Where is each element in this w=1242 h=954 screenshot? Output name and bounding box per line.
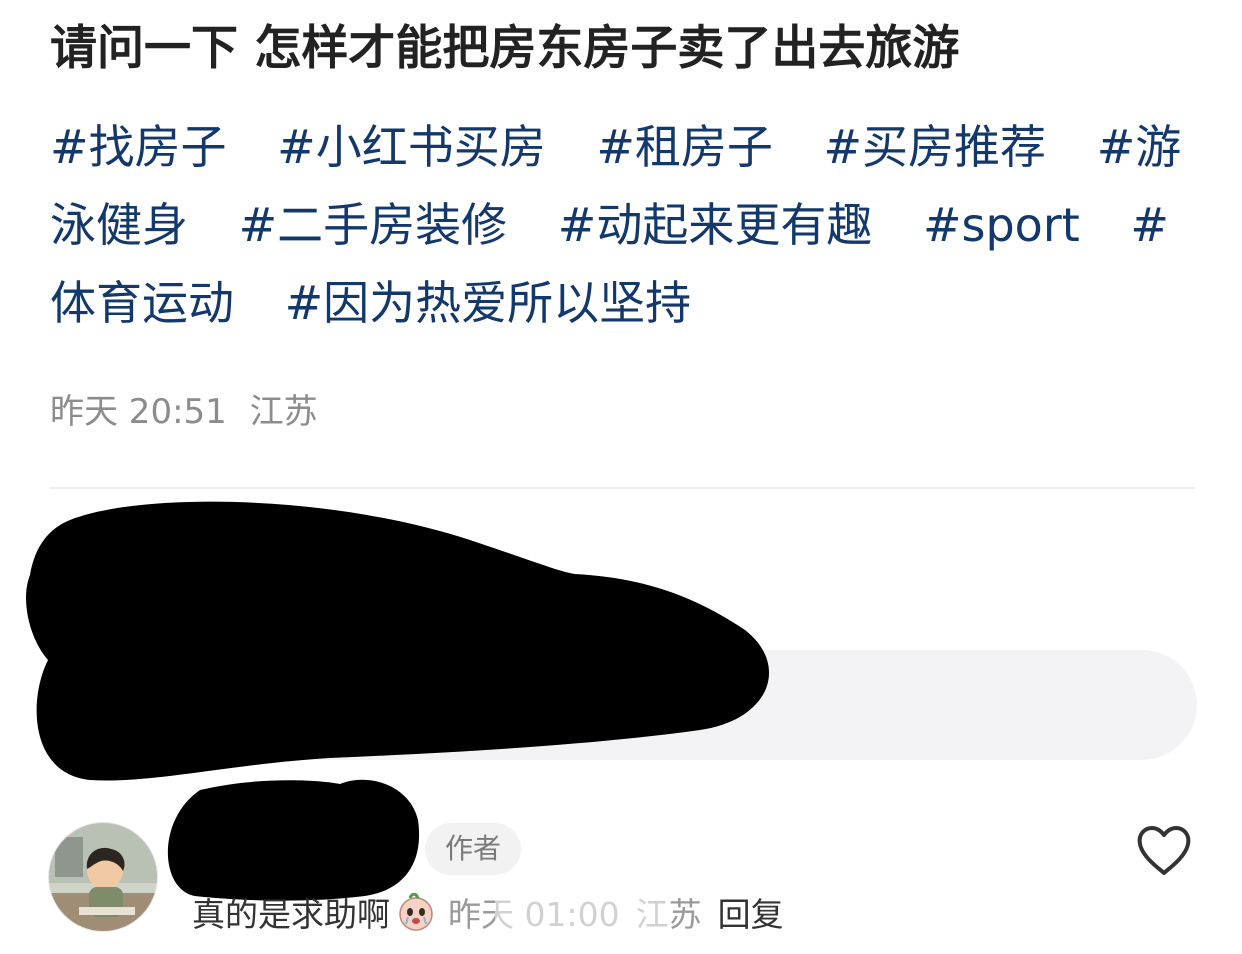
hashtag-link[interactable]: #买房推荐 (824, 120, 1047, 174)
hashtag-link[interactable]: #因为热爱所以坚持 (285, 276, 692, 330)
comment-content: 真的是求助啊 昨天 01:00 江苏 回复 (192, 890, 784, 940)
post-time: 昨天 20:51 (50, 392, 227, 432)
hashtag-link[interactable]: #动起来更有趣 (558, 198, 873, 252)
note-detail-page: 请问一下 怎样才能把房东房子卖了出去旅游 #找房子 #小红书买房 #租房子 #买… (0, 0, 1242, 954)
comment-bubble[interactable] (40, 650, 1197, 760)
author-badge: 作者 (425, 823, 521, 875)
divider (50, 487, 1195, 489)
comment-text: 真的是求助啊 (192, 895, 390, 934)
post-title: 请问一下 怎样才能把房东房子卖了出去旅游 (50, 21, 960, 76)
hashtag-link[interactable]: #找房子 (50, 120, 227, 174)
heart-outline-icon[interactable] (1136, 824, 1192, 878)
hashtag-link[interactable]: #小红书买房 (277, 120, 546, 174)
redaction-blob (167, 779, 420, 901)
hashtag-link[interactable]: #二手房装修 (239, 198, 508, 252)
post-meta: 昨天 20:51 江苏 (50, 388, 318, 436)
crying-face-sticker-icon (394, 890, 438, 934)
hashtag-link[interactable]: #租房子 (596, 120, 773, 174)
reply-button[interactable]: 回复 (718, 895, 784, 934)
post-location: 江苏 (249, 392, 318, 432)
comment-location: 江苏 (635, 895, 702, 934)
hashtag-list: #找房子 #小红书买房 #租房子 #买房推荐 #游泳健身 #二手房装修 #动起来… (50, 108, 1200, 342)
comment-time: 昨天 01:00 (448, 895, 620, 934)
hashtag-link[interactable]: #sport (923, 198, 1080, 252)
commenter-avatar[interactable] (48, 822, 158, 932)
